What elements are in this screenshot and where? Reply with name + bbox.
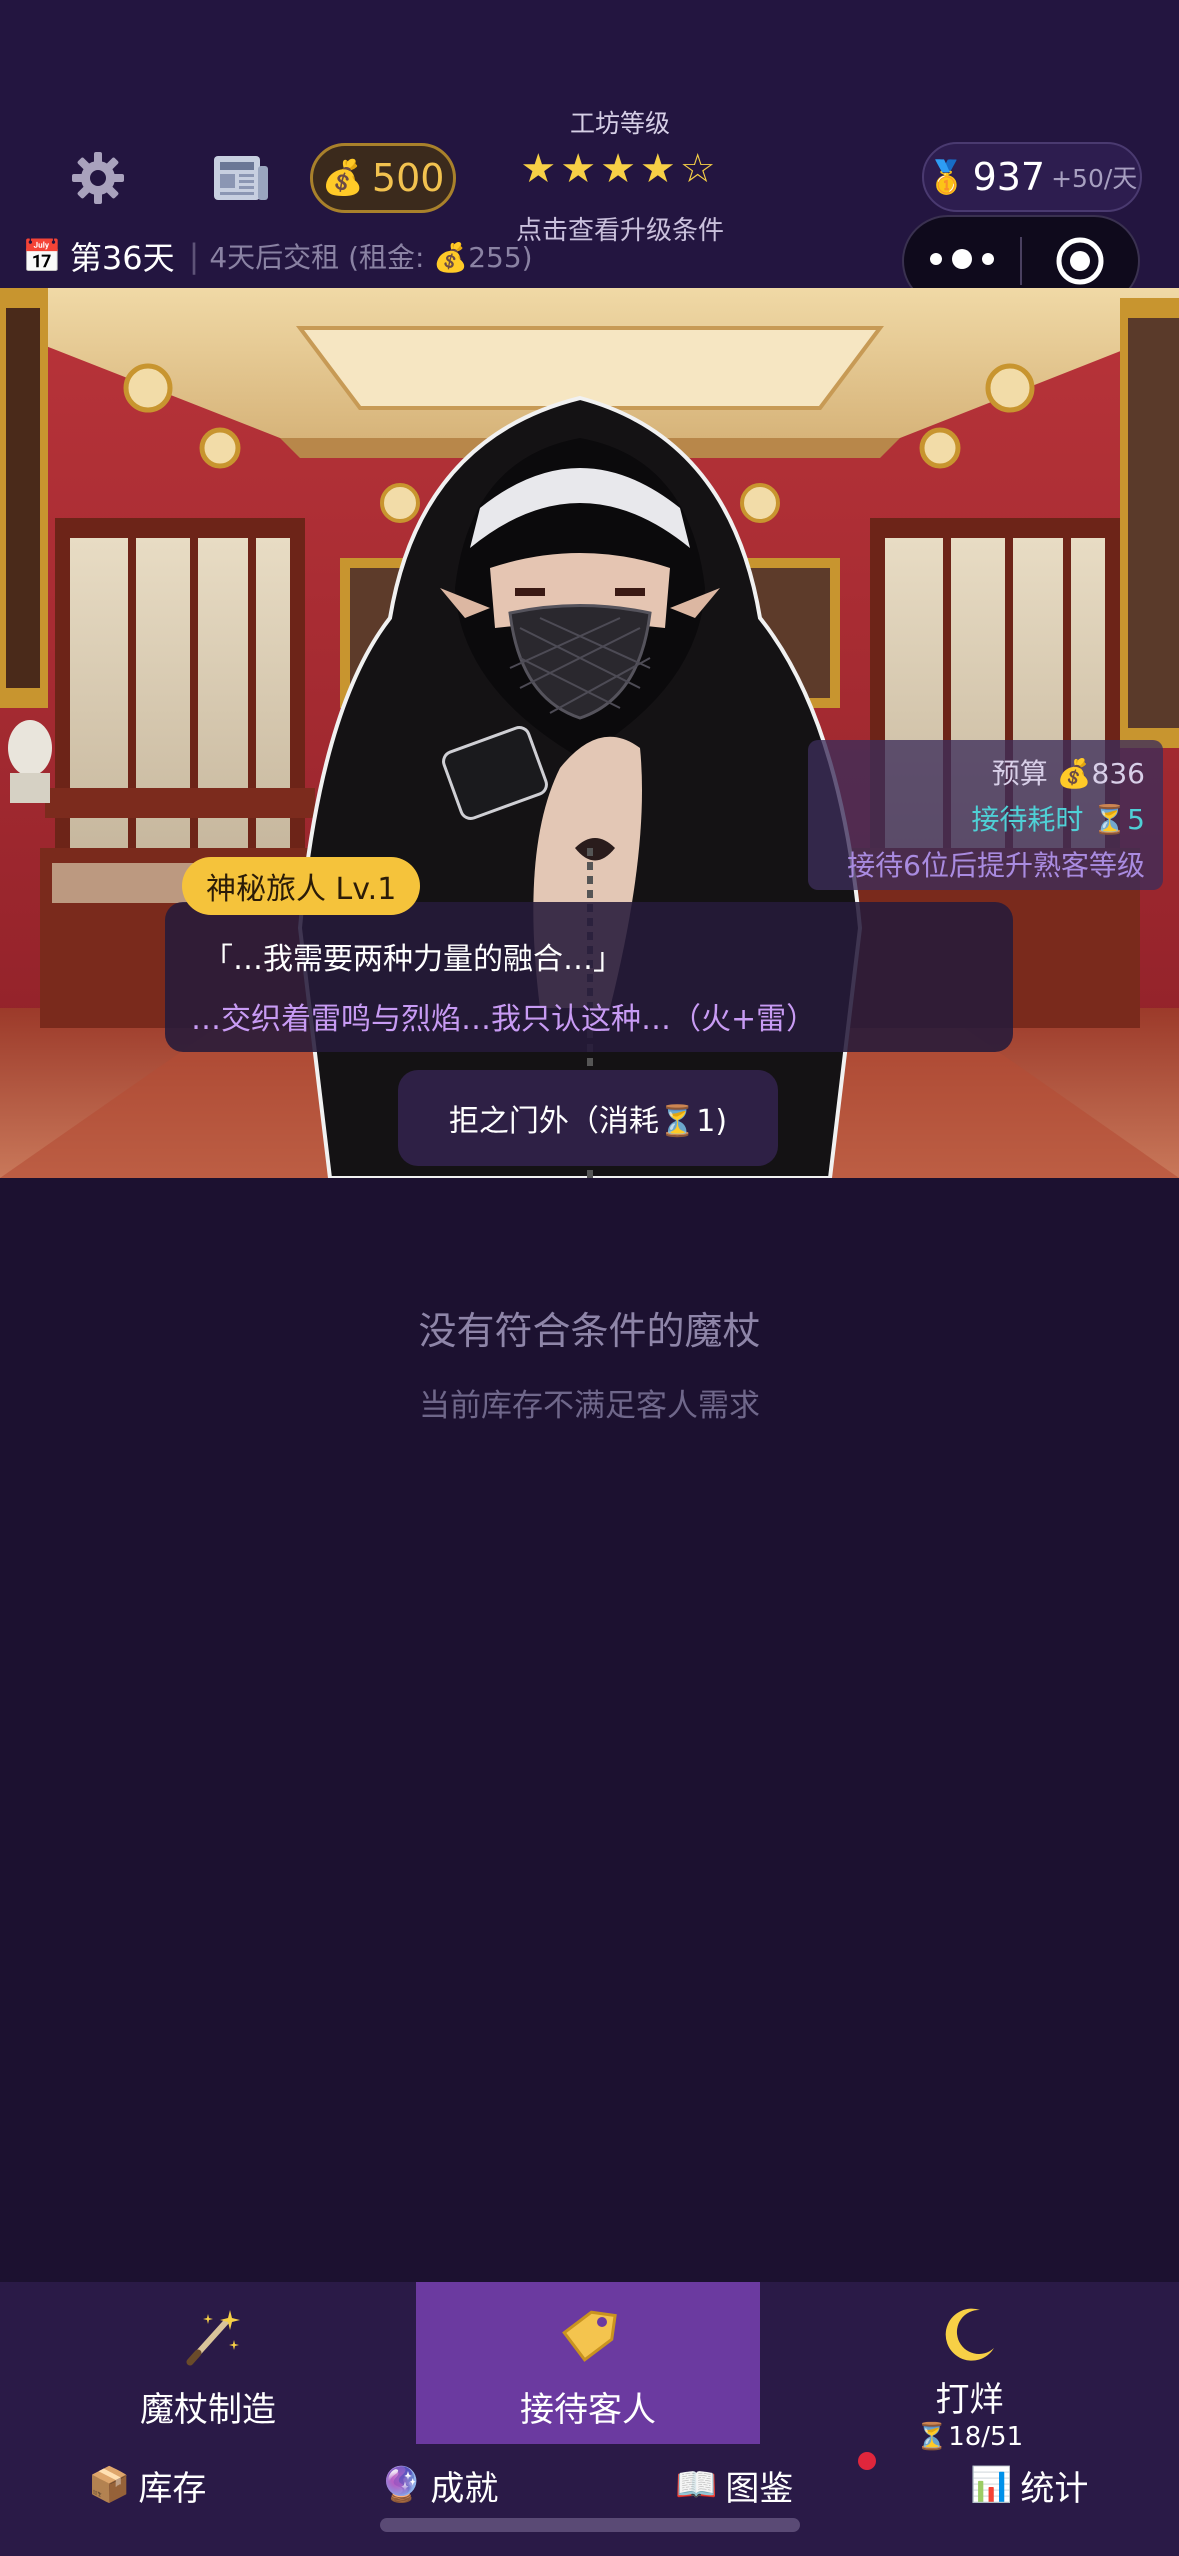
reputation-value: 937	[972, 155, 1046, 199]
reputation-rate: +50/天	[1051, 164, 1138, 193]
workshop-star-rating[interactable]: ★★★★☆	[490, 146, 750, 192]
empty-state-subtitle: 当前库存不满足客人需求	[419, 1388, 760, 1424]
regular-customer-progress: 接待6位后提升熟客等级	[847, 849, 1145, 882]
book-icon: 📖	[675, 2465, 718, 2505]
day-counter: 第36天	[69, 239, 175, 277]
reputation-badge: 🥇 937 +50/天	[922, 142, 1142, 212]
newspaper-icon[interactable]	[210, 150, 272, 206]
money-bag-icon: 💰	[321, 158, 364, 198]
day-status-bar: 📅 第36天 | 4天后交租 (租金: 💰255)	[22, 236, 533, 277]
box-icon: 📦	[88, 2465, 131, 2505]
customer-name-tag: 神秘旅人 Lv.1	[182, 857, 421, 915]
nav-label: 成就	[430, 2468, 499, 2509]
home-indicator	[380, 2518, 800, 2532]
crescent-moon-icon	[945, 2308, 994, 2361]
nav-label: 统计	[1020, 2468, 1089, 2509]
dialog-line-requirement: …交织着雷鸣与烈焰…我只认这种…（火+雷）	[191, 1002, 817, 1037]
tab-wand-crafting[interactable]: 魔杖制造	[0, 2282, 416, 2444]
nav-achievements[interactable]: 🔮 成就	[380, 2444, 498, 2526]
nav-inventory[interactable]: 📦 库存	[88, 2444, 206, 2526]
divider: |	[188, 237, 200, 275]
magic-wand-icon	[186, 2310, 240, 2366]
empty-state-title: 没有符合条件的魔杖	[418, 1309, 761, 1353]
customer-info-panel: 预算 💰836 接待耗时 ⏳5 接待6位后提升熟客等级	[808, 740, 1163, 890]
tab-label: 魔杖制造	[140, 2390, 276, 2430]
close-miniprogram-button[interactable]	[1022, 235, 1138, 287]
notification-dot	[858, 2452, 876, 2470]
workshop-level-title[interactable]: 工坊等级	[490, 104, 750, 140]
nav-label: 库存	[138, 2468, 207, 2509]
tag-icon	[562, 2310, 617, 2362]
nav-statistics[interactable]: 📊 统计	[970, 2444, 1088, 2526]
target-circle-icon	[1056, 237, 1104, 285]
tab-receive-customers[interactable]: 接待客人	[416, 2282, 760, 2444]
more-options-button[interactable]	[904, 249, 1020, 269]
reject-customer-button[interactable]: 拒之门外（消耗⏳1)	[398, 1070, 778, 1166]
dialog-line-request: 「…我需要两种力量的融合…」	[203, 942, 623, 977]
settings-gear-icon[interactable]	[70, 150, 126, 206]
tab-label: 接待客人	[520, 2390, 656, 2430]
customer-dialog-box: 「…我需要两种力量的融合…」 …交织着雷鸣与烈焰…我只认这种…（火+雷）	[165, 902, 1013, 1052]
crystal-ball-icon: 🔮	[380, 2465, 423, 2505]
coin-amount: 500	[371, 156, 445, 200]
tab-label: 打烊	[935, 2380, 1004, 2420]
bar-chart-icon: 📊	[970, 2465, 1013, 2505]
medal-icon: 🥇	[926, 158, 967, 196]
nav-label: 图鉴	[725, 2468, 794, 2509]
coin-balance: 💰 500	[310, 143, 456, 213]
tab-close-shop[interactable]: 打烊 ⏳18/51	[760, 2282, 1179, 2452]
rent-info: 4天后交租 (租金: 💰255)	[209, 241, 533, 274]
customer-budget: 预算 💰836	[991, 757, 1145, 790]
calendar-icon: 📅	[22, 237, 62, 275]
service-time: 接待耗时 ⏳5	[971, 803, 1145, 836]
nav-encyclopedia[interactable]: 📖 图鉴	[675, 2444, 793, 2526]
